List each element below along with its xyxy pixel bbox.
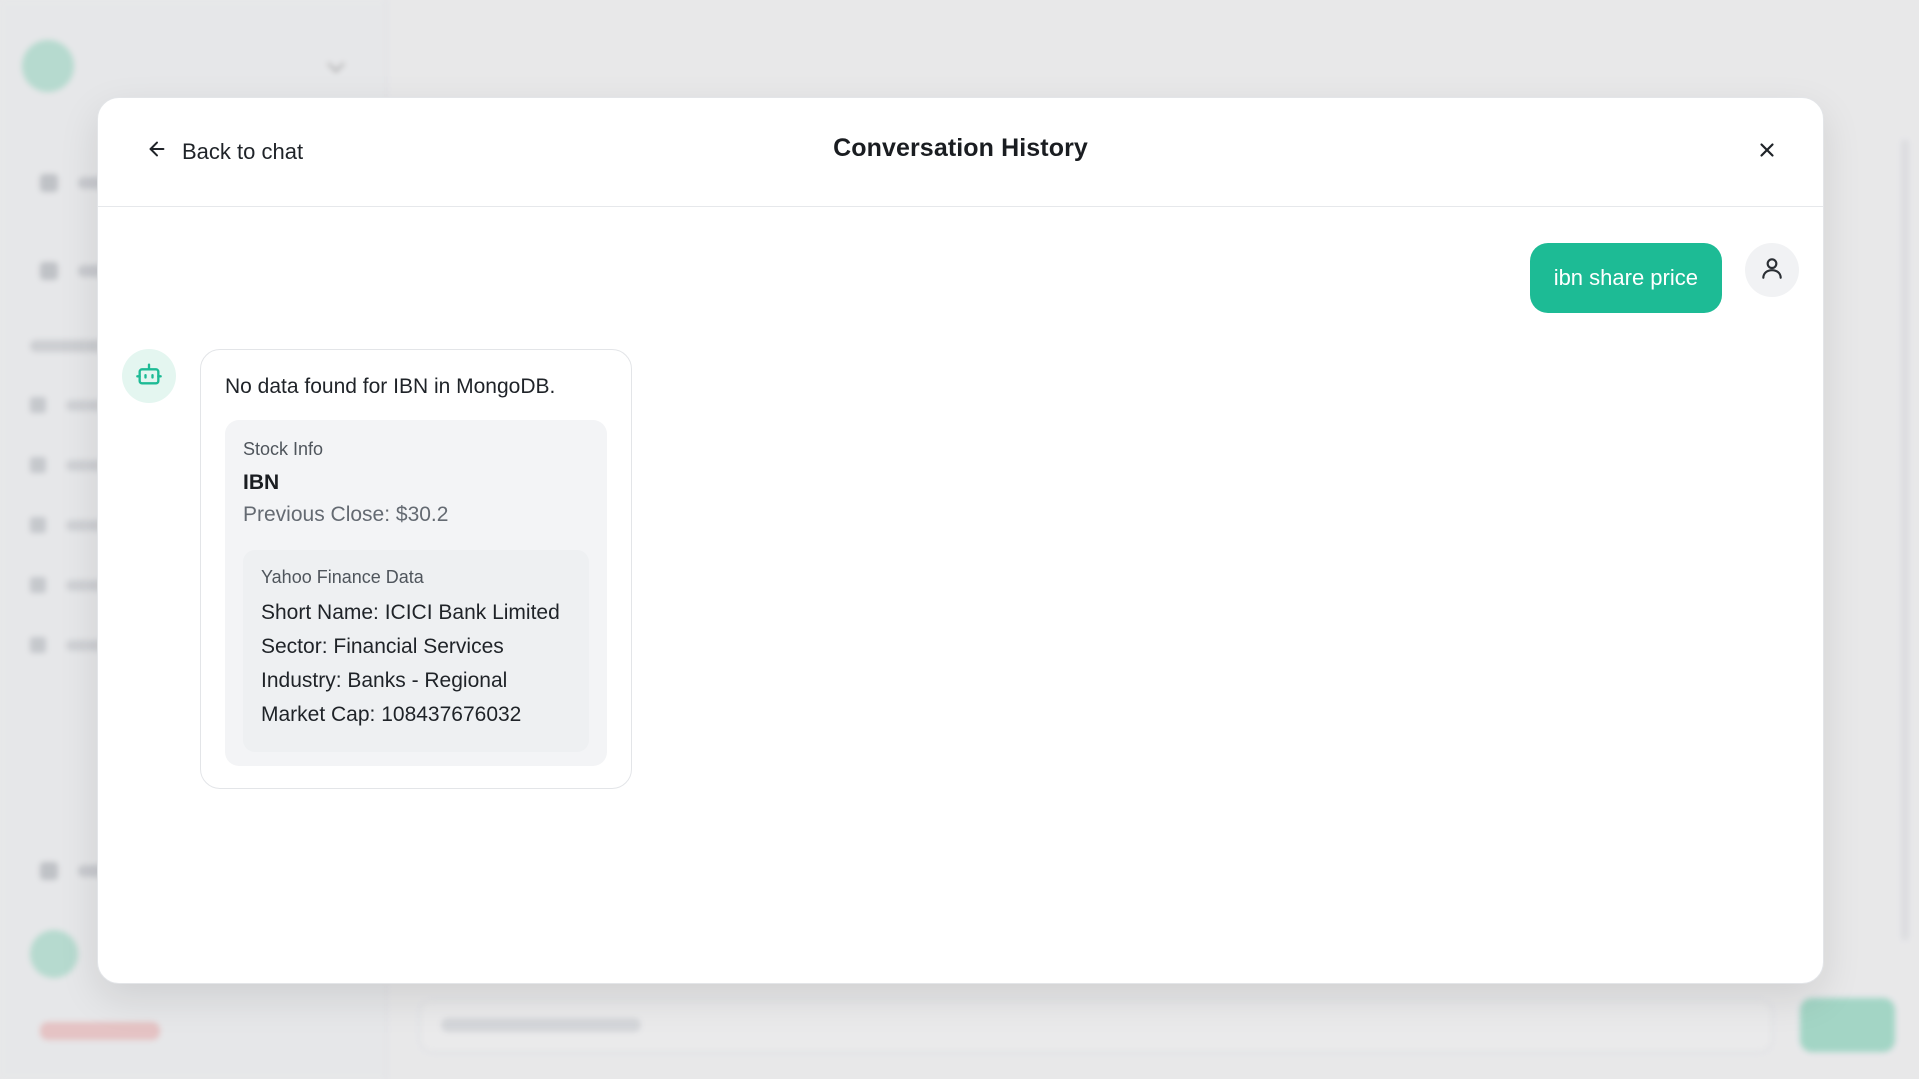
modal-title: Conversation History [833, 134, 1088, 162]
user-message-bubble: ibn share price [1529, 243, 1722, 313]
modal-header: Back to chat Conversation History [98, 98, 1823, 207]
bot-message-text: No data found for IBN in MongoDB. [225, 375, 556, 398]
close-button[interactable] [1751, 136, 1783, 168]
user-avatar [1745, 243, 1799, 297]
industry: Industry: Banks - Regional [261, 669, 508, 692]
yahoo-finance-title: Yahoo Finance Data [261, 567, 424, 587]
stock-symbol: IBN [243, 471, 280, 494]
stock-info-label: Stock Info [243, 439, 324, 459]
bot-avatar [122, 349, 176, 403]
bot-icon [135, 360, 163, 393]
previous-close: Previous Close: $30.2 [243, 503, 449, 526]
market-cap: Market Cap: 108437676032 [261, 703, 522, 726]
stock-info-card: Stock Info IBN Previous Close: $30.2 Yah… [225, 420, 607, 766]
bot-message-bubble: No data found for IBN in MongoDB. Stock … [200, 349, 632, 789]
yahoo-finance-card: Yahoo Finance Data Short Name: ICICI Ban… [243, 550, 589, 752]
conversation-history-modal: Back to chat Conversation History ibn sh… [97, 97, 1824, 984]
close-icon [1756, 139, 1778, 166]
user-icon [1759, 255, 1785, 286]
user-message-row: ibn share price [1529, 243, 1799, 313]
short-name: Short Name: ICICI Bank Limited [261, 601, 560, 624]
sector: Sector: Financial Services [261, 635, 504, 658]
